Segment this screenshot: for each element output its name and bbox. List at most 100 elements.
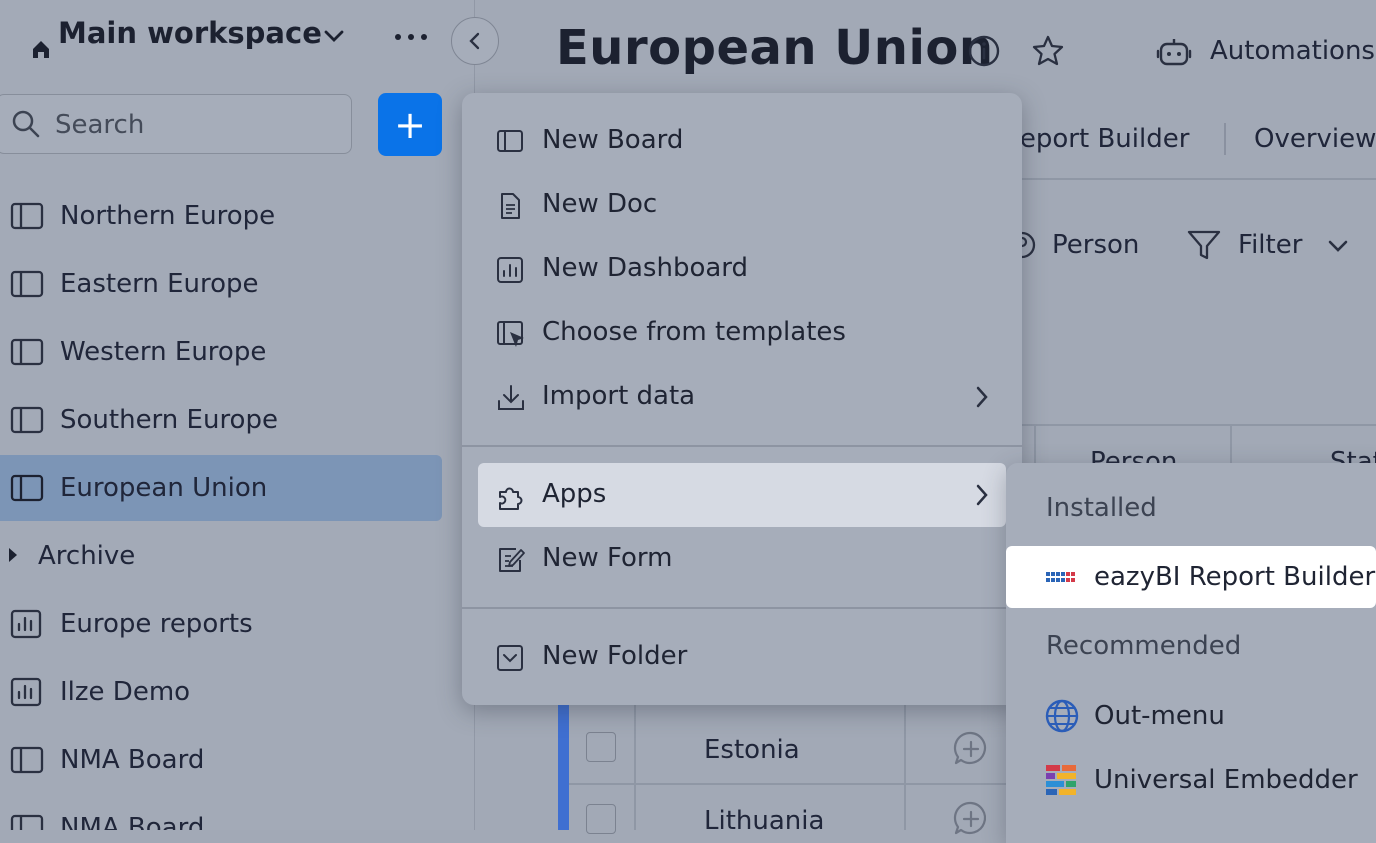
filter-icon <box>1186 228 1222 262</box>
sidebar-item-label: NMA Board <box>60 745 205 775</box>
chevron-right-icon <box>974 483 990 507</box>
star-icon[interactable] <box>1030 33 1066 69</box>
chevron-down-icon[interactable] <box>1326 236 1350 256</box>
sidebar-item-label: Eastern Europe <box>60 269 259 299</box>
puzzle-icon <box>496 482 526 512</box>
menu-item-label: New Folder <box>542 641 688 671</box>
form-icon <box>496 546 526 574</box>
chevron-down-icon[interactable] <box>322 26 346 46</box>
sidebar-item-europe-reports[interactable]: Europe reports <box>0 591 442 657</box>
templates-icon <box>496 320 526 350</box>
table-header-border <box>1000 424 1376 426</box>
sidebar-item-eastern-europe[interactable]: Eastern Europe <box>0 251 442 317</box>
row-checkbox[interactable] <box>586 732 616 762</box>
menu-divider <box>462 445 1022 447</box>
apps-submenu: Installed eazyBI Report Builder Recommen… <box>1006 463 1376 843</box>
menu-item-label: New Dashboard <box>542 253 749 283</box>
sidebar-item-ilze-demo[interactable]: Ilze Demo <box>0 659 442 725</box>
table-cell-country: Lithuania <box>704 806 825 836</box>
menu-item-new-doc[interactable]: New Doc <box>478 173 1006 237</box>
board-icon <box>10 812 44 830</box>
menu-item-label: Import data <box>542 381 696 411</box>
menu-item-import-data[interactable]: Import data <box>478 365 1006 429</box>
info-icon[interactable] <box>967 34 1001 68</box>
row-divider <box>569 783 1006 785</box>
automations-button[interactable]: Automations <box>1210 36 1375 66</box>
sidebar-item-label: Southern Europe <box>60 405 278 435</box>
sidebar-item-northern-europe[interactable]: Northern Europe <box>0 183 442 249</box>
column-divider <box>634 705 636 830</box>
tab-report-builder[interactable]: Report Builder <box>1003 124 1189 154</box>
filter-button[interactable]: Filter <box>1238 230 1302 260</box>
app-label: eazyBI Report Builder <box>1094 562 1376 592</box>
dashboard-icon <box>10 608 44 640</box>
app-universal-embedder[interactable]: Universal Embedder <box>1006 749 1376 811</box>
group-color-bar <box>558 705 569 830</box>
home-icon <box>30 38 52 60</box>
more-options-icon[interactable] <box>394 32 428 42</box>
board-icon <box>10 472 44 504</box>
search-icon <box>11 109 41 139</box>
app-eazybi-report-builder[interactable]: eazyBI Report Builder <box>1006 546 1376 608</box>
app-out-menu[interactable]: Out-menu <box>1006 685 1376 747</box>
column-divider <box>904 705 906 830</box>
collapse-sidebar-button[interactable] <box>451 17 499 65</box>
tab-overview[interactable]: Overview <box>1254 124 1376 154</box>
menu-item-label: New Doc <box>542 189 658 219</box>
board-icon <box>10 268 44 300</box>
doc-icon <box>496 192 524 220</box>
workspace-title[interactable]: Main workspace <box>58 16 322 50</box>
sidebar-item-label: Europe reports <box>60 609 253 639</box>
menu-item-apps[interactable]: Apps <box>478 463 1006 527</box>
sidebar-item-southern-europe[interactable]: Southern Europe <box>0 387 442 453</box>
menu-item-label: New Board <box>542 125 684 155</box>
app-label: Out-menu <box>1094 701 1225 731</box>
sidebar-item-label: Western Europe <box>60 337 267 367</box>
menu-item-new-dashboard[interactable]: New Dashboard <box>478 237 1006 301</box>
sidebar-item-label: Archive <box>38 541 136 571</box>
menu-item-new-form[interactable]: New Form <box>478 527 1006 591</box>
download-icon <box>496 384 526 412</box>
board-icon <box>10 200 44 232</box>
embedder-icon <box>1044 762 1080 798</box>
menu-item-label: Apps <box>542 479 607 509</box>
menu-item-new-board[interactable]: New Board <box>478 109 1006 173</box>
board-icon <box>10 744 44 776</box>
robot-icon <box>1156 36 1192 68</box>
sidebar-item-archive[interactable]: Archive <box>0 523 442 589</box>
tab-divider <box>1224 123 1226 155</box>
sidebar-item-western-europe[interactable]: Western Europe <box>0 319 442 385</box>
board-icon <box>496 128 524 154</box>
add-update-icon[interactable] <box>952 730 990 768</box>
menu-item-new-folder[interactable]: New Folder <box>478 625 1006 689</box>
menu-item-choose-from-templates[interactable]: Choose from templates <box>478 301 1006 365</box>
eazybi-logo-icon <box>1046 570 1078 584</box>
recommended-heading: Recommended <box>1046 631 1242 661</box>
installed-heading: Installed <box>1046 493 1157 523</box>
sidebar-item-label: Northern Europe <box>60 201 276 231</box>
dashboard-icon <box>10 676 44 708</box>
sidebar-item-label: Ilze Demo <box>60 677 191 707</box>
sidebar-item-european-union[interactable]: European Union <box>0 455 442 521</box>
menu-item-label: New Form <box>542 543 673 573</box>
tabs-underline <box>990 178 1376 180</box>
board-icon <box>10 336 44 368</box>
dashboard-icon <box>496 256 524 284</box>
search-input[interactable]: Search <box>0 94 352 154</box>
add-menu: New Board New Doc New Dashboard Choose f… <box>462 93 1022 705</box>
sidebar-item-nma-board-2[interactable]: NMA Board <box>0 795 442 830</box>
add-update-icon[interactable] <box>952 800 990 838</box>
sidebar-item-nma-board[interactable]: NMA Board <box>0 727 442 793</box>
add-button[interactable]: + <box>378 93 442 156</box>
sidebar-item-label: European Union <box>60 473 268 503</box>
chevron-left-icon <box>469 32 480 50</box>
app-label: Universal Embedder <box>1094 765 1358 795</box>
page-title: European Union <box>556 20 994 76</box>
search-placeholder: Search <box>55 110 145 140</box>
sidebar-item-label: NMA Board <box>60 813 205 830</box>
sidebar: Main workspace Search + Northern Europe … <box>0 0 475 830</box>
chevron-right-icon <box>974 385 990 409</box>
person-filter-button[interactable]: Person <box>1052 230 1139 260</box>
menu-divider <box>462 607 1022 609</box>
globe-icon <box>1044 698 1080 734</box>
